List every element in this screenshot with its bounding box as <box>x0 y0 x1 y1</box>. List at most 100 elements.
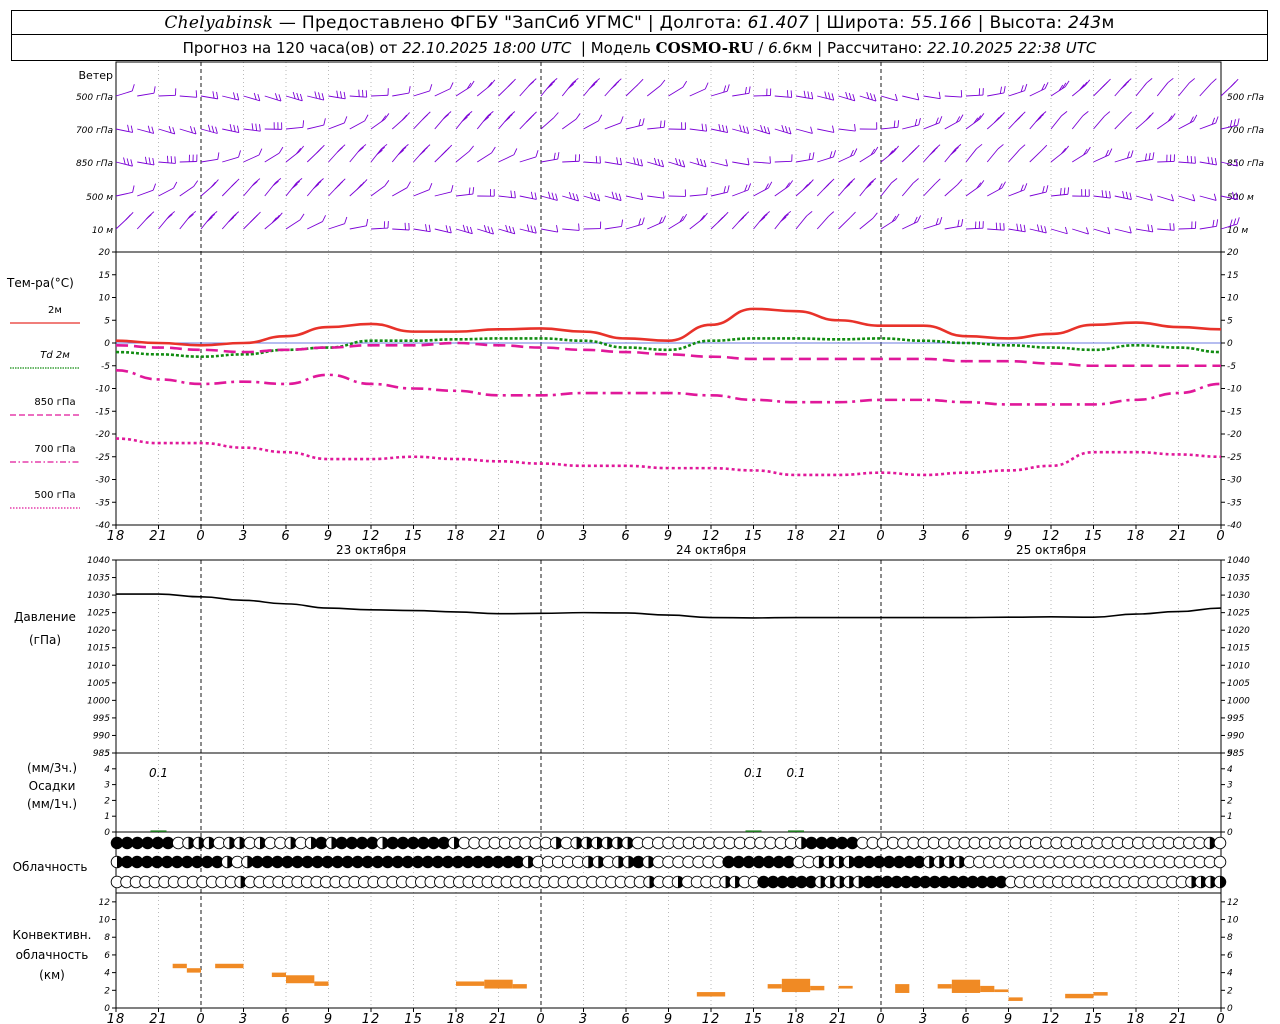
wind-barb-feather <box>170 156 173 164</box>
wind-barb <box>1114 228 1132 234</box>
wind-barb <box>243 128 261 132</box>
wind-barb-feather <box>534 226 537 234</box>
pressure-axis-tick-label: 1035 <box>87 574 110 584</box>
convective-axis-tick-label: 6 <box>104 951 110 961</box>
time-tick-label: 12 <box>1042 529 1061 544</box>
meteogram-svg: 18 21 0 3 6 9 12 15 18 21 0 3 6 9 12 15 18 21 0 3 6 9 12 15 18 21… <box>6 61 1264 1024</box>
time-tick-label: 12 <box>1042 1012 1061 1024</box>
time-tick-label: 3 <box>579 1012 588 1024</box>
wind-barb-feather <box>168 126 172 133</box>
wind-barb <box>817 95 834 101</box>
wind-barb-feather <box>1060 188 1062 196</box>
wind-barb-feather <box>1042 186 1045 194</box>
wind-barb-feather <box>172 127 176 135</box>
pressure-axis-tick-label: 1020 <box>87 626 110 636</box>
wind-barb-feather <box>508 225 512 233</box>
convective-axis-tick-label: 10 <box>1227 916 1239 926</box>
series-line-t500 <box>115 437 1222 477</box>
wind-barb-feather <box>216 91 219 99</box>
wind-barb-feather <box>568 191 572 199</box>
wind-barb <box>987 92 1005 97</box>
wind-barb-feather <box>468 145 474 152</box>
pressure-axis-tick-label: 1030 <box>1227 591 1250 601</box>
wind-barb <box>243 154 260 163</box>
wind-barb-feather <box>1023 183 1028 191</box>
wind-barb-feather <box>641 217 645 225</box>
convective-cloud-bar <box>215 963 244 969</box>
wind-barb-feather <box>575 113 581 120</box>
wind-barb-feather <box>808 152 811 160</box>
wind-barb <box>1178 227 1196 230</box>
wind-barb-feather <box>466 225 470 233</box>
wind-barb-feather <box>510 190 513 198</box>
wind-barb-feather <box>278 146 284 154</box>
wind-barb <box>200 95 218 100</box>
wind-barb-feather <box>1230 81 1236 88</box>
wind-barb-feather <box>553 152 556 160</box>
wind-barb-feather <box>894 93 898 101</box>
wind-barb-feather <box>1016 223 1019 231</box>
temp-axis-tick-label: 0 <box>104 339 110 349</box>
wind-level-label: 850 гПа <box>76 159 113 169</box>
time-tick-label: 21 <box>489 1012 508 1024</box>
wind-barb-feather <box>823 183 830 190</box>
wind-barb-feather <box>251 123 254 131</box>
convective-cloud-bar <box>994 989 1009 993</box>
wind-barb-feather <box>662 215 667 223</box>
precip-axis-tick-label: 4 <box>1227 765 1233 775</box>
temp-axis-tick-label: 0 <box>1227 339 1233 349</box>
wind-barb <box>477 152 492 163</box>
wind-barb-feather <box>259 124 261 132</box>
wind-barb <box>774 95 792 98</box>
time-tick-label: 12 <box>702 1012 721 1024</box>
wind-barb <box>753 161 771 164</box>
convective-cloud-bar <box>980 985 995 993</box>
wind-barb <box>625 195 643 201</box>
pressure-axis-tick-label: 1000 <box>1227 696 1250 706</box>
wind-barb-feather <box>1211 157 1214 165</box>
wind-barb <box>987 187 1003 197</box>
wind-barb <box>158 94 176 97</box>
wind-barb-feather <box>144 156 148 164</box>
wind-barb <box>1199 122 1216 130</box>
wind-level-label: 10 м <box>92 226 113 236</box>
wind-barb-feather <box>174 156 176 164</box>
wind-barb-feather <box>725 125 729 133</box>
wind-barb-feather <box>1109 191 1111 199</box>
day-label: 25 октября <box>1016 543 1086 557</box>
wind-barb <box>668 219 684 230</box>
wind-barb-feather <box>1125 191 1129 199</box>
wind-barb-feather <box>1001 181 1006 189</box>
wind-barb <box>455 150 470 163</box>
wind-barb <box>328 95 346 100</box>
wind-barb-feather <box>748 86 751 94</box>
wind-barb-feather <box>1215 116 1219 124</box>
wind-barb-feather <box>528 81 535 87</box>
wind-barb <box>285 219 301 230</box>
wind-barb-feather <box>952 146 959 153</box>
time-tick-label: 0 <box>196 529 205 544</box>
wind-barb-feather <box>805 181 811 188</box>
wind-barb <box>732 189 749 197</box>
wind-barb-feather <box>717 217 724 223</box>
wind-barb-feather <box>315 181 322 187</box>
wind-barb-feather <box>934 178 941 185</box>
precip-axis-tick-label: 3 <box>104 781 110 791</box>
wind-barb-feather <box>955 144 962 150</box>
pressure-axis-tick-label: 990 <box>93 731 110 741</box>
wind-barb-feather <box>337 147 343 153</box>
precip-axis-tick-label: 3 <box>1227 781 1233 791</box>
wind-barb-feather <box>1126 111 1132 118</box>
wind-barb-feather <box>897 120 900 128</box>
time-tick-label: 18 <box>1127 529 1146 544</box>
wind-barb-feather <box>1122 191 1125 199</box>
wind-barb-feather <box>425 224 428 232</box>
wind-barb-feather <box>217 152 220 160</box>
wind-barb <box>307 124 324 130</box>
cloud-title: Облачность <box>13 860 88 874</box>
wind-barb-feather <box>277 212 283 219</box>
wind-barb <box>1157 228 1175 231</box>
convective-cloud-bar <box>838 985 853 989</box>
wind-barb <box>179 128 197 135</box>
day-label: 23 октября <box>336 543 406 557</box>
